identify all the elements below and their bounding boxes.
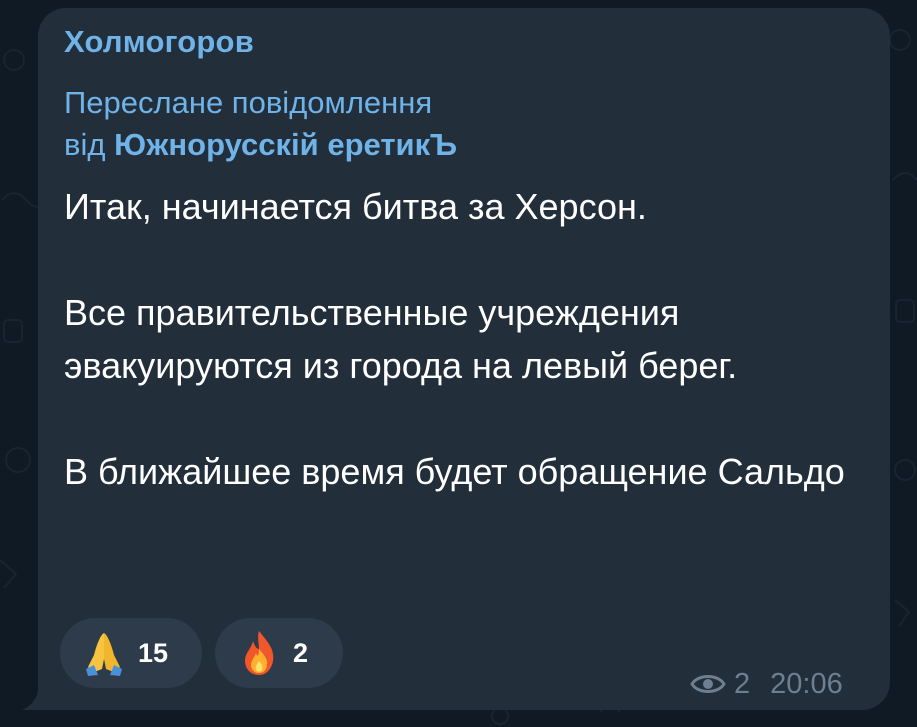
view-count: 2 <box>734 667 751 700</box>
message-time: 20:06 <box>770 667 843 700</box>
reaction-fire[interactable]: 2 <box>215 618 343 688</box>
forward-source[interactable]: від Южнорусскій еретикЪ <box>64 124 457 166</box>
forward-label: Переслане повідомлення <box>64 85 433 120</box>
forward-from-prefix: від <box>64 127 106 162</box>
folded-hands-icon <box>86 633 122 676</box>
forward-from-name[interactable]: Южнорусскій еретикЪ <box>114 127 457 162</box>
sender-name[interactable]: Холмогоров <box>64 24 254 60</box>
message-text: Итак, начинается битва за Херсон. Все пр… <box>64 186 845 492</box>
reaction-count: 15 <box>138 637 169 668</box>
forward-header[interactable]: Переслане повідомлення від Южнорусскій е… <box>64 82 457 166</box>
message-meta: 2 20:06 <box>690 664 843 704</box>
reaction-count: 2 <box>293 637 309 668</box>
fire-icon <box>245 631 274 675</box>
eye-icon <box>690 675 726 693</box>
reaction-folded-hands[interactable]: 15 <box>60 618 202 688</box>
